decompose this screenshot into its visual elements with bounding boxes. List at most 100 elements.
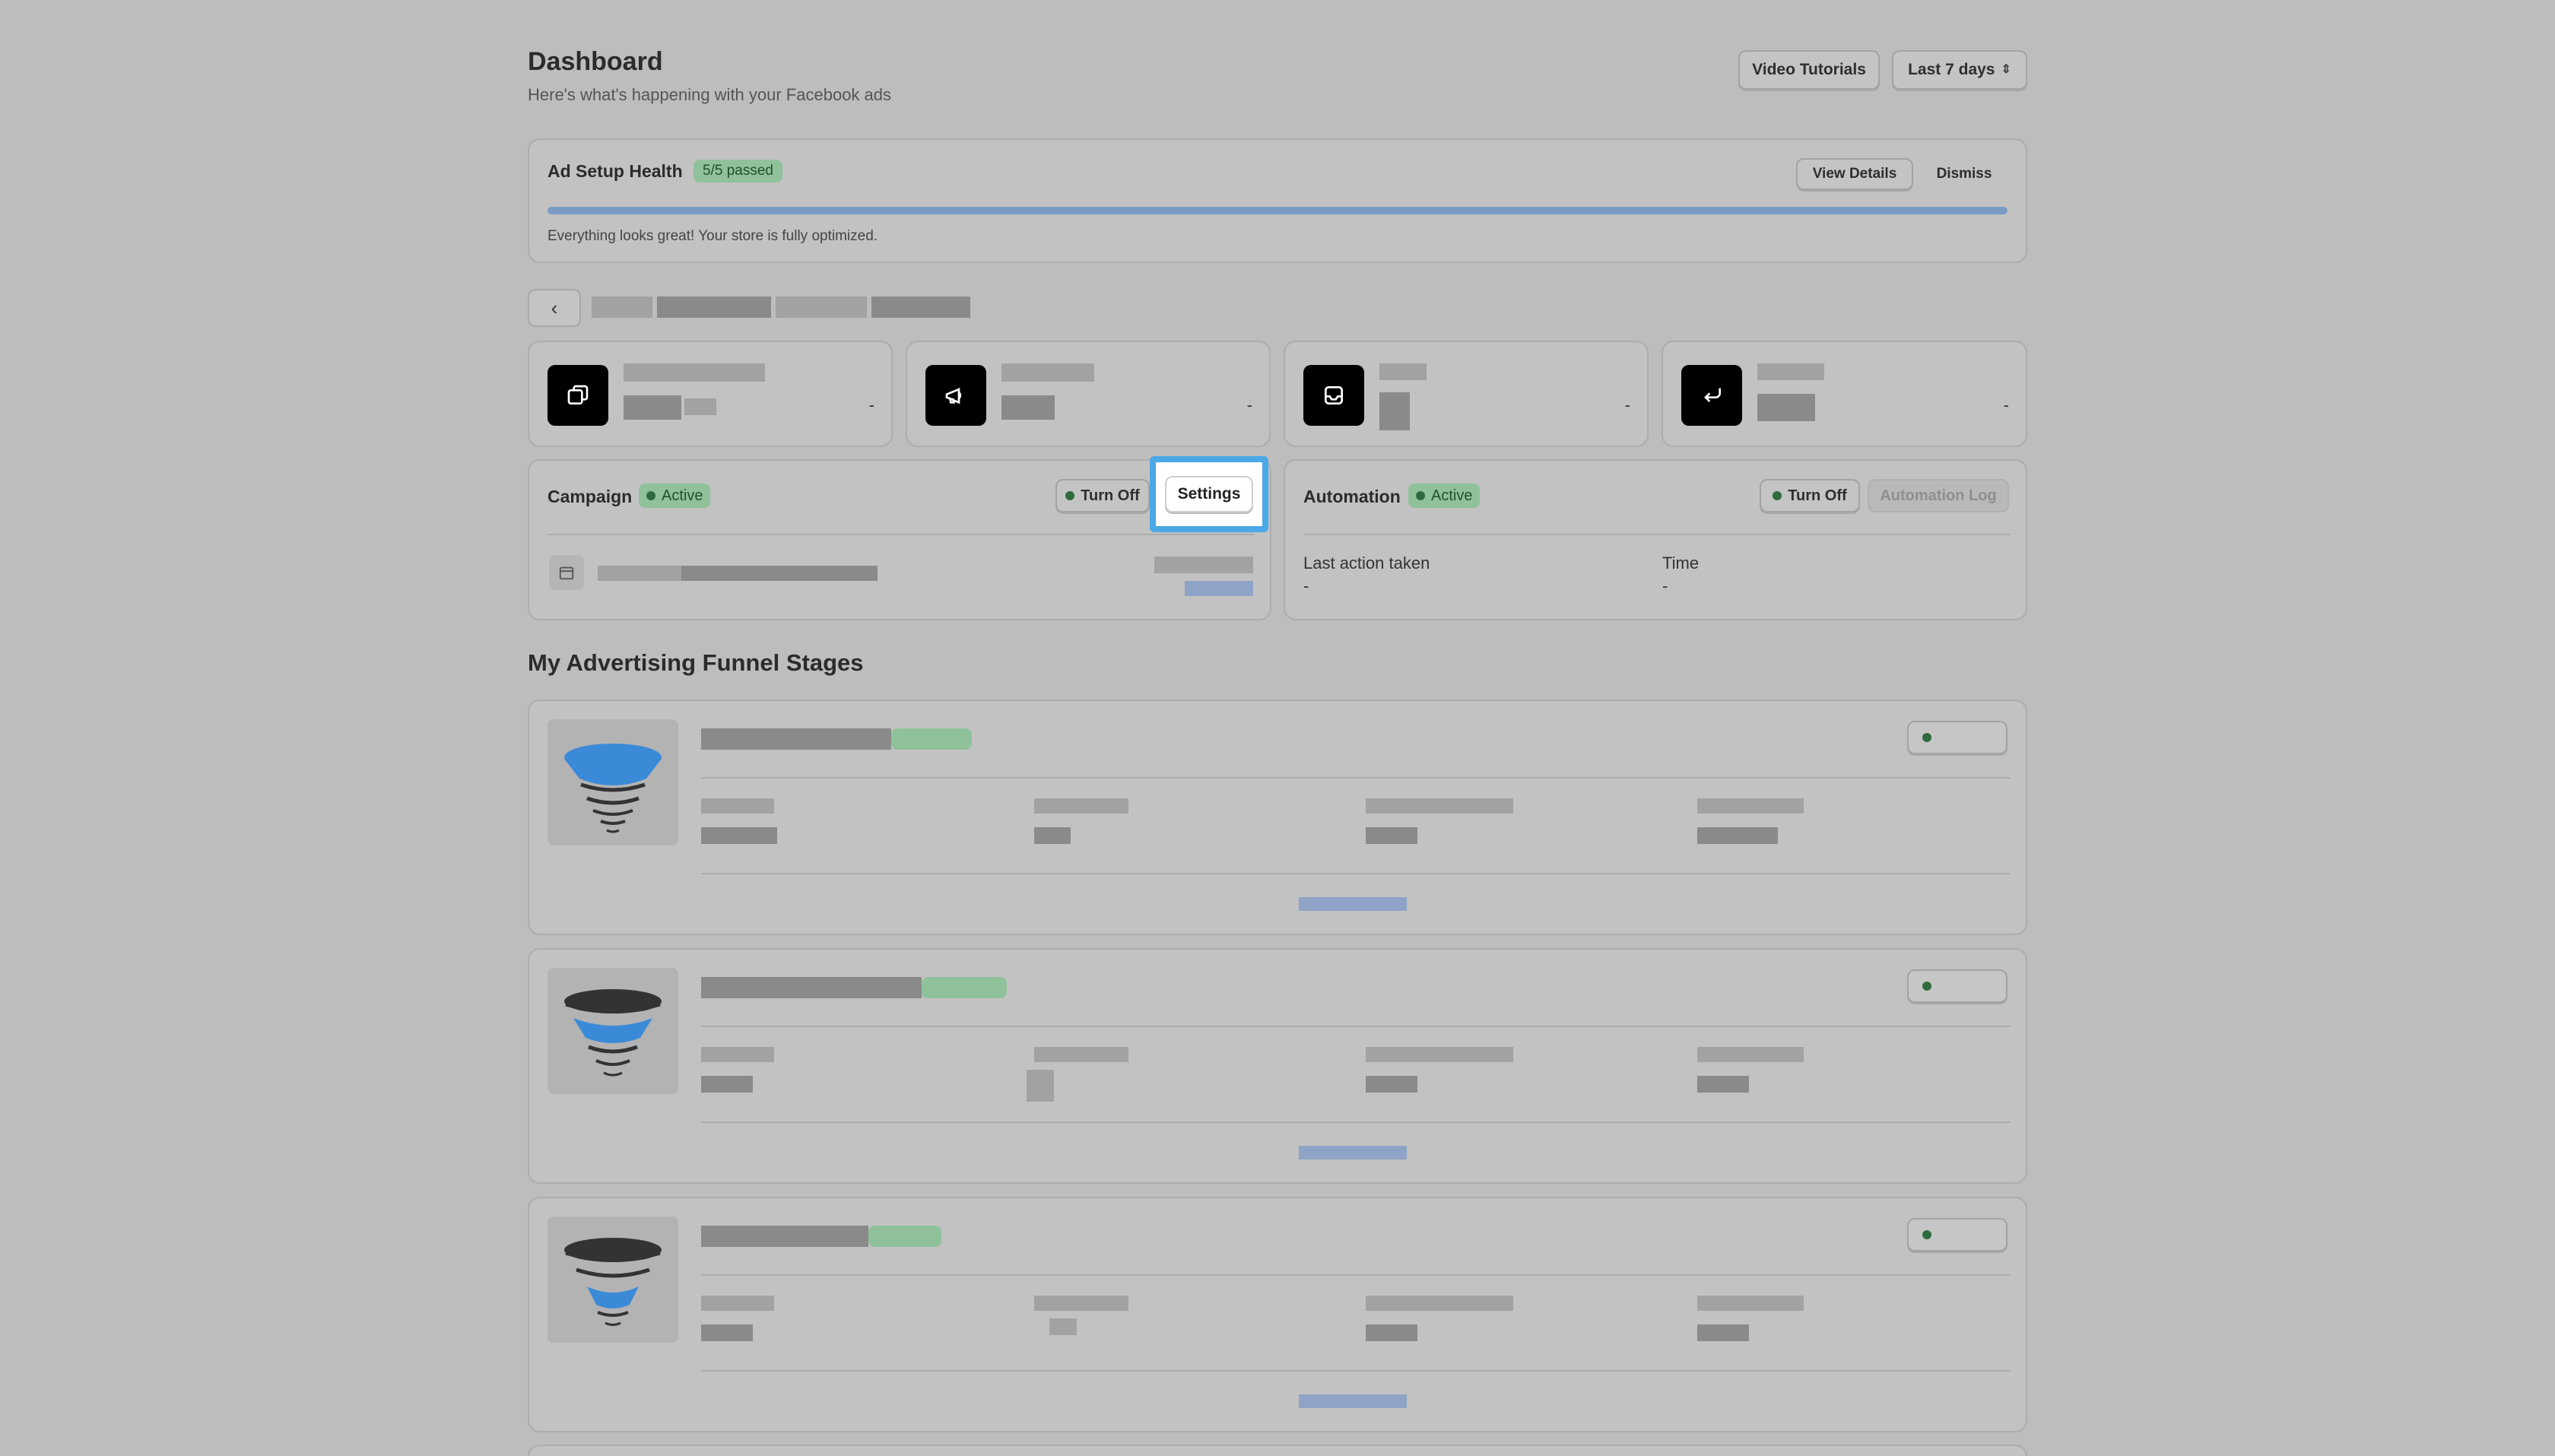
redacted-text xyxy=(1034,798,1128,814)
redacted-link[interactable] xyxy=(1299,1146,1407,1159)
automation-card: Automation Active Turn Off Automation Lo… xyxy=(1284,459,2027,620)
campaign-title: Campaign xyxy=(548,487,633,506)
redacted-text xyxy=(701,1226,868,1247)
redacted-text xyxy=(1757,394,1815,421)
view-details-label: View Details xyxy=(1812,166,1897,182)
divider xyxy=(548,534,1255,535)
redacted-text xyxy=(592,297,652,318)
divider xyxy=(701,873,2011,874)
dismiss-label: Dismiss xyxy=(1936,166,1992,182)
stat-card-3: - xyxy=(1284,341,1649,447)
divider xyxy=(701,1274,2011,1276)
redacted-text xyxy=(701,1296,774,1311)
stat-value: - xyxy=(868,395,874,414)
page-subtitle: Here's what's happening with your Facebo… xyxy=(528,85,892,104)
status-dot-icon xyxy=(1773,491,1782,500)
redacted-link[interactable] xyxy=(1185,581,1253,596)
redacted-text xyxy=(598,566,681,581)
back-button[interactable]: ‹ xyxy=(528,289,581,327)
redacted-text xyxy=(1366,1076,1417,1093)
redacted-text xyxy=(1366,827,1417,844)
redacted-text xyxy=(624,395,681,420)
status-dot-icon xyxy=(1416,491,1425,500)
redacted-text xyxy=(1379,363,1427,380)
health-badge: 5/5 passed xyxy=(694,160,782,182)
health-message: Everything looks great! Your store is fu… xyxy=(548,228,878,244)
funnel-status-button[interactable] xyxy=(1907,721,2008,754)
redacted-text xyxy=(1697,798,1804,814)
divider xyxy=(701,1370,2011,1372)
redacted-text xyxy=(681,566,878,581)
stat-value: - xyxy=(1624,395,1630,414)
redacted-text xyxy=(701,798,774,814)
redacted-text xyxy=(624,363,765,382)
redacted-text xyxy=(1366,1324,1417,1341)
campaign-turn-off-label: Turn Off xyxy=(1081,487,1140,504)
redacted-text xyxy=(1697,1296,1804,1311)
redacted-text xyxy=(1366,1296,1513,1311)
ad-setup-health-card: Ad Setup Health 5/5 passed View Details … xyxy=(528,138,2027,263)
view-details-button[interactable]: View Details xyxy=(1796,158,1913,190)
redacted-text xyxy=(1001,395,1055,420)
divider xyxy=(1303,534,2011,535)
funnel-status-button[interactable] xyxy=(1907,1218,2008,1251)
redacted-text xyxy=(1697,1076,1749,1093)
campaign-settings-label: Settings xyxy=(1177,485,1241,503)
megaphone-icon xyxy=(925,365,986,426)
funnel-top-icon xyxy=(548,719,678,845)
redacted-text xyxy=(701,977,922,998)
funnel-stage-card xyxy=(528,1197,2027,1432)
calendar-icon xyxy=(549,555,584,590)
redacted-text xyxy=(657,297,771,318)
video-tutorials-button[interactable]: Video Tutorials xyxy=(1738,50,1880,90)
redacted-badge xyxy=(891,728,972,750)
chevron-updown-icon: ⇕ xyxy=(2001,63,2011,76)
redacted-link[interactable] xyxy=(1299,1394,1407,1408)
redacted-text xyxy=(776,297,867,318)
funnel-stage-card xyxy=(528,948,2027,1184)
funnel-stage-card xyxy=(528,699,2027,935)
last-action-label: Last action taken xyxy=(1303,554,1430,573)
automation-turn-off-button[interactable]: Turn Off xyxy=(1760,479,1860,512)
campaign-status-label: Active xyxy=(662,487,703,504)
funnel-section-title: My Advertising Funnel Stages xyxy=(528,649,864,676)
funnel-status-button[interactable] xyxy=(1907,969,2008,1003)
stat-value: - xyxy=(1246,395,1252,414)
stat-card-4: - xyxy=(1662,341,2027,447)
date-range-label: Last 7 days xyxy=(1908,61,1995,78)
campaign-turn-off-button[interactable]: Turn Off xyxy=(1055,479,1150,512)
redacted-text xyxy=(701,1047,774,1062)
funnel-middle-icon xyxy=(548,968,678,1094)
redacted-text xyxy=(1034,1296,1128,1311)
redacted-text xyxy=(1001,363,1094,382)
redacted-text xyxy=(1757,363,1824,380)
redacted-link[interactable] xyxy=(1299,897,1407,911)
campaign-settings-button[interactable]: Settings xyxy=(1165,476,1253,512)
return-icon xyxy=(1681,365,1742,426)
redacted-text xyxy=(1034,1047,1128,1062)
status-dot-icon xyxy=(1922,1230,1931,1239)
redacted-text xyxy=(1379,392,1410,430)
redacted-text xyxy=(701,728,891,750)
status-dot-icon xyxy=(1922,733,1931,742)
redacted-text xyxy=(701,827,777,844)
redacted-text xyxy=(1034,827,1071,844)
stat-value: - xyxy=(2003,395,2009,414)
health-title: Ad Setup Health xyxy=(548,161,683,181)
redacted-badge xyxy=(922,977,1007,998)
settings-focus-ring: Settings xyxy=(1150,456,1268,532)
automation-status-label: Active xyxy=(1431,487,1473,504)
automation-turn-off-label: Turn Off xyxy=(1788,487,1847,504)
redacted-text xyxy=(684,398,716,415)
automation-log-button[interactable]: Automation Log xyxy=(1868,479,2009,512)
redacted-text xyxy=(1049,1318,1077,1335)
status-dot-icon xyxy=(1922,982,1931,991)
redacted-text xyxy=(1697,1047,1804,1062)
date-range-select[interactable]: Last 7 days ⇕ xyxy=(1892,50,2027,90)
page-title: Dashboard xyxy=(528,47,663,76)
time-value: - xyxy=(1662,576,1668,595)
funnel-bottom-icon xyxy=(548,1217,678,1343)
automation-status-badge: Active xyxy=(1408,484,1481,508)
dismiss-button[interactable]: Dismiss xyxy=(1922,158,2006,190)
automation-log-label: Automation Log xyxy=(1880,487,1997,504)
